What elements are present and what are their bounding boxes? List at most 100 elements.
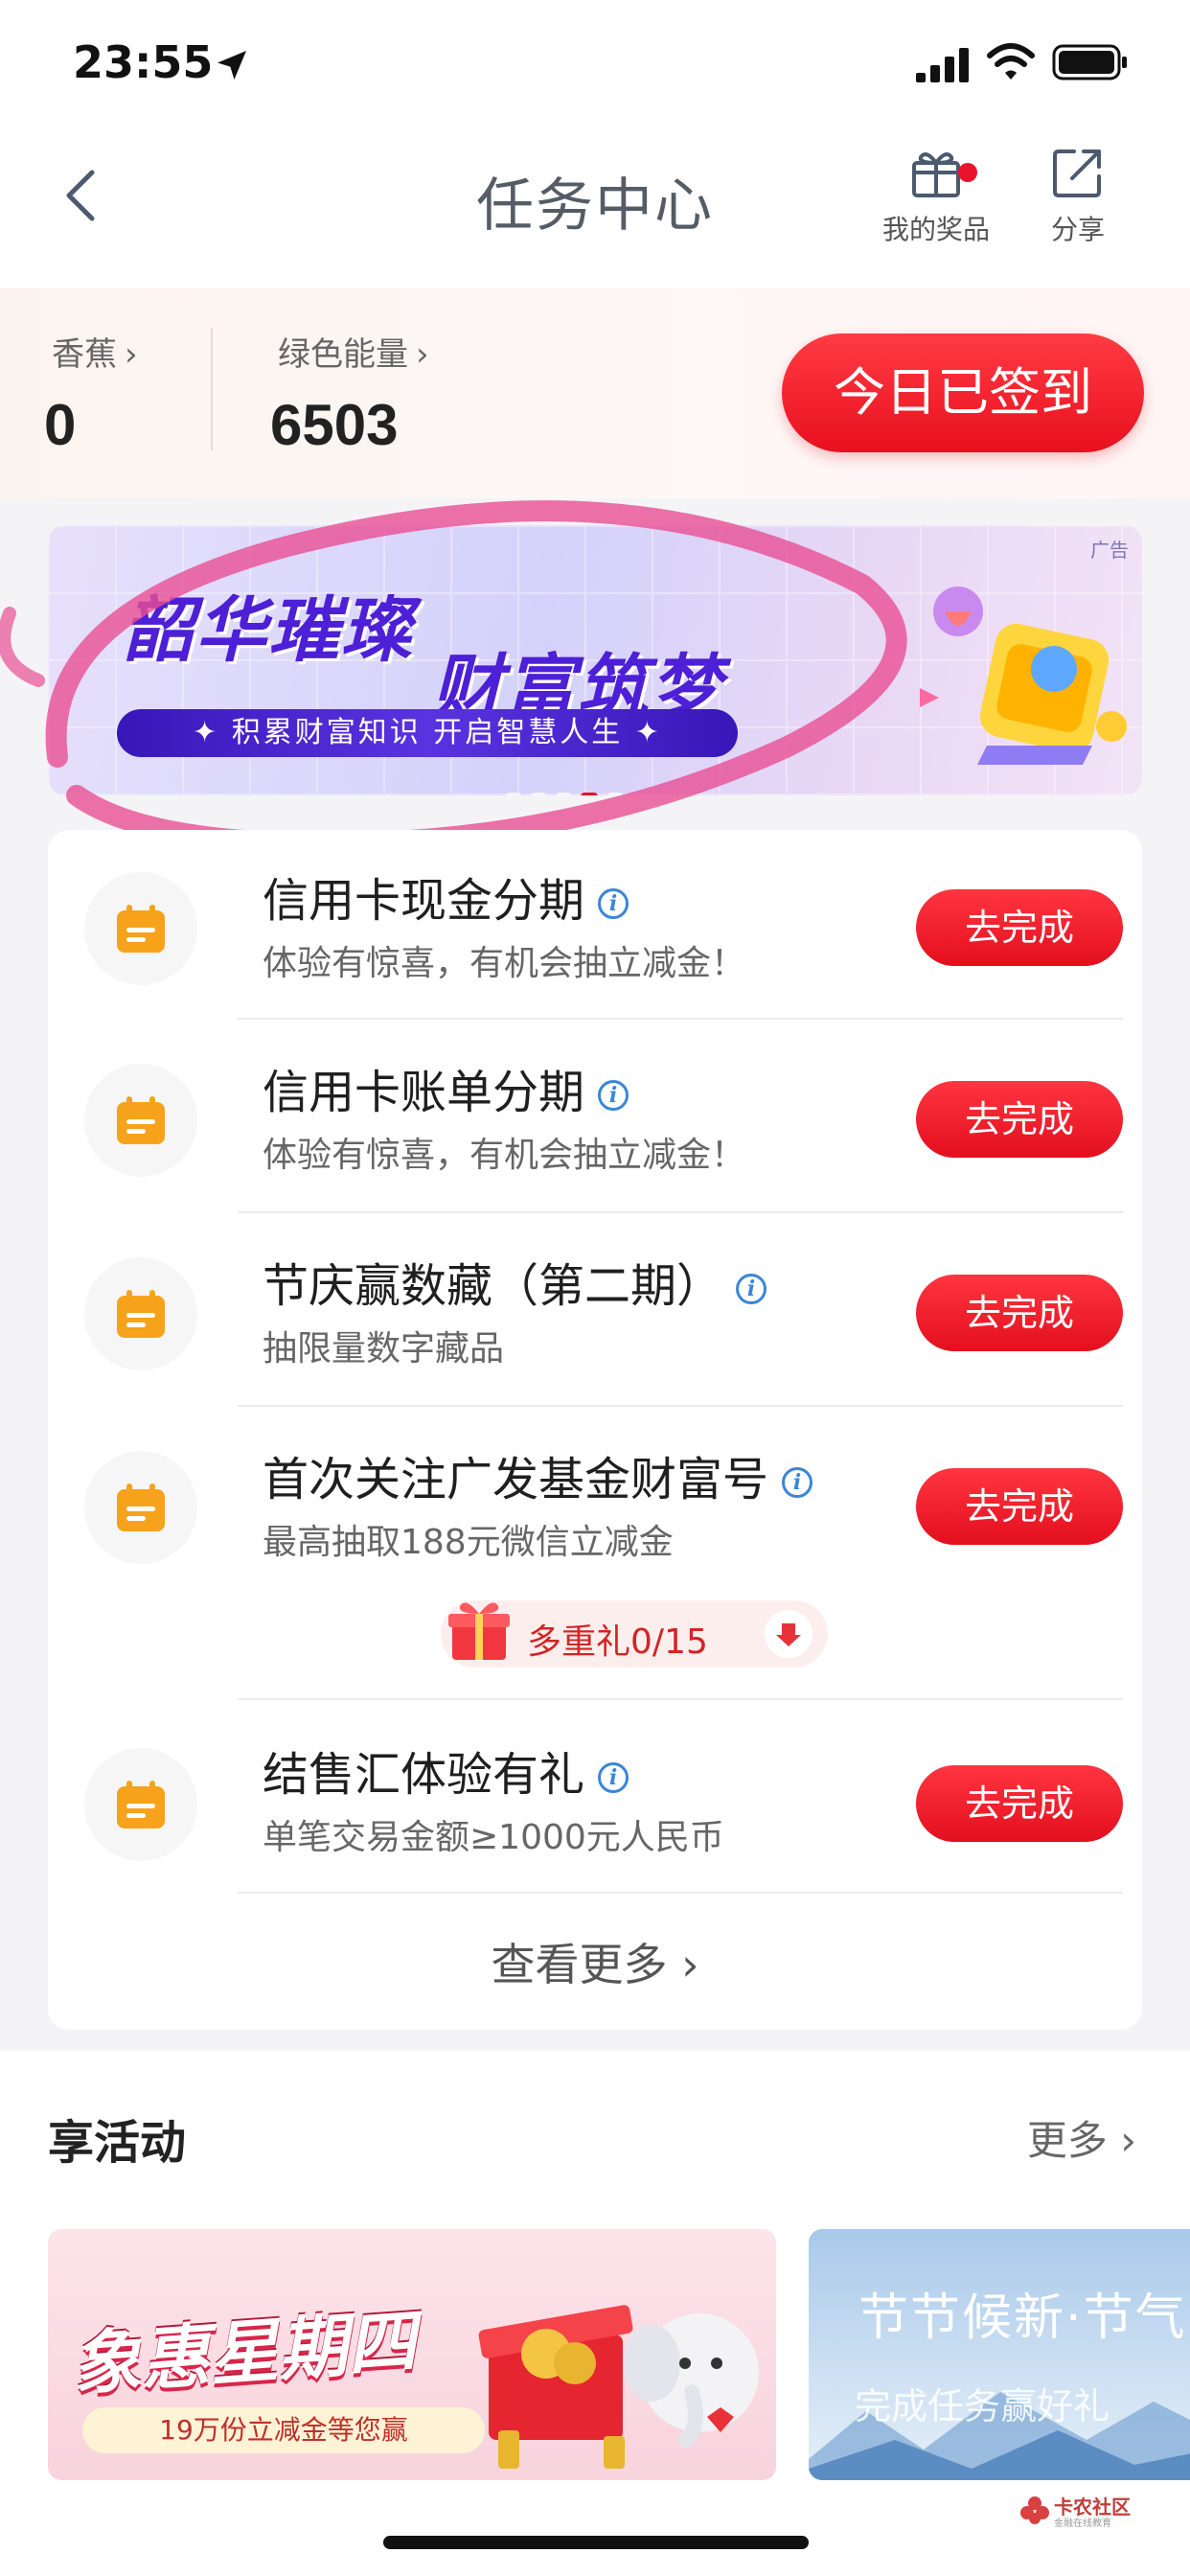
carousel-dot[interactable] — [607, 793, 623, 795]
go-complete-button[interactable]: 去完成 — [916, 1765, 1123, 1842]
task-subtitle: 最高抽取188元微信立减金 — [263, 1523, 674, 1562]
divider — [238, 1211, 1123, 1213]
calendar-icon — [117, 1484, 165, 1531]
carousel-dot-active[interactable] — [581, 793, 598, 795]
home-indicator[interactable] — [383, 2536, 809, 2549]
energy-label: 绿色能量 — [278, 335, 408, 374]
banana-value: 0 — [44, 393, 77, 457]
activity-card[interactable]: 节节候新·节气 完成任务赢好礼 — [809, 2229, 1190, 2480]
task-icon-bg — [84, 872, 197, 985]
activities-carousel: 象惠星期四 19万份立减金等您赢 节节候新·节气 完成任务赢好礼 — [0, 2214, 1190, 2576]
my-prizes-button[interactable]: 我的奖品 — [874, 144, 998, 247]
activity-title: 节节候新·节气 — [858, 2289, 1187, 2347]
calendar-icon — [117, 905, 165, 953]
gift-box-icon — [912, 152, 960, 197]
expand-arrow-button[interactable] — [765, 1610, 812, 1658]
share-icon — [1053, 150, 1101, 197]
divider — [211, 328, 213, 450]
activity-subtitle: 完成任务赢好礼 — [855, 2385, 1110, 2427]
task-title: 结售汇体验有礼 i — [263, 1736, 629, 1804]
go-complete-button[interactable]: 去完成 — [916, 889, 1123, 966]
down-arrow-icon — [776, 1623, 801, 1646]
task-title: 信用卡现金分期 i — [263, 862, 629, 930]
multi-gift-progress[interactable]: 多重礼0/15 — [441, 1600, 828, 1668]
activities-header: 享活动 更多 › — [0, 2051, 1190, 2214]
signed-in-today-button[interactable]: 今日已签到 — [782, 334, 1144, 452]
watermark-sub: 金融在线教育 — [1054, 2518, 1111, 2529]
task-title-text: 节庆赢数藏（第二期） — [263, 1259, 723, 1313]
elephant-gift-illustration-icon — [478, 2305, 759, 2469]
calendar-icon — [117, 1781, 165, 1828]
task-subtitle: 单笔交易金额≥1000元人民币 — [263, 1818, 724, 1857]
carousel-dot[interactable] — [556, 793, 571, 795]
info-icon[interactable]: i — [782, 1467, 813, 1498]
view-more-text: 查看更多 — [491, 1939, 668, 1990]
energy-value: 6503 — [270, 393, 399, 457]
my-prizes-label: 我的奖品 — [881, 214, 990, 245]
status-time: 23:55 — [73, 36, 214, 88]
go-complete-button[interactable]: 去完成 — [916, 1468, 1123, 1545]
wallet-illustration-icon — [920, 586, 1127, 765]
banana-points[interactable]: 香蕉 › 0 — [44, 328, 138, 458]
location-arrow-icon — [217, 51, 246, 80]
more-activities-link[interactable]: 更多 › — [1027, 2108, 1136, 2167]
task-subtitle: 抽限量数字藏品 — [263, 1329, 505, 1368]
section-title: 享活动 — [48, 2116, 187, 2170]
carousel-dot[interactable] — [506, 793, 521, 795]
task-subtitle: 体验有惊喜，有机会抽立减金！ — [263, 944, 746, 983]
divider — [238, 1892, 1123, 1894]
info-icon[interactable]: i — [598, 1080, 629, 1111]
go-complete-button[interactable]: 去完成 — [916, 1081, 1123, 1158]
task-icon-bg — [84, 1257, 197, 1370]
info-icon[interactable]: i — [598, 888, 629, 919]
view-more-link[interactable]: 查看更多 › — [48, 1930, 1142, 1993]
banner-ribbon-text: 积累财富知识 开启智慧人生 — [231, 716, 624, 749]
task-title-text: 结售汇体验有礼 — [263, 1748, 585, 1802]
info-icon[interactable]: i — [736, 1274, 767, 1304]
task-icon-bg — [84, 1451, 197, 1564]
task-icon-bg — [84, 1064, 197, 1177]
go-complete-button[interactable]: 去完成 — [916, 1275, 1123, 1351]
info-icon[interactable]: i — [598, 1762, 629, 1793]
more-text: 更多 — [1026, 2117, 1108, 2164]
share-label: 分享 — [1050, 214, 1105, 245]
share-button[interactable]: 分享 — [1016, 144, 1140, 247]
divider — [238, 1698, 1123, 1700]
watermark-logo: 卡农社区 金融在线教育 — [1019, 2492, 1163, 2540]
carousel-dot[interactable] — [531, 793, 546, 795]
task-title: 节庆赢数藏（第二期） i — [263, 1248, 767, 1315]
notification-dot — [958, 163, 977, 182]
banner-title-line1: 韶华璀璨 — [123, 589, 414, 672]
points-summary: 香蕉 › 0 绿色能量 › 6503 今日已签到 — [0, 288, 1190, 498]
task-title-text: 信用卡账单分期 — [263, 1066, 585, 1119]
wifi-icon — [987, 43, 1035, 80]
ad-banner[interactable]: 广告 韶华璀璨 财富筑梦 ✦ 积累财富知识 开启智慧人生 ✦ — [48, 525, 1142, 795]
status-bar: 23:55 — [0, 0, 1190, 125]
banana-label: 香蕉 — [52, 335, 117, 374]
page-title: 任务中心 — [476, 172, 714, 240]
gift-icon — [448, 1602, 510, 1660]
task-title-text: 首次关注广发基金财富号 — [263, 1453, 769, 1506]
activity-ribbon: 19万份立减金等您赢 — [82, 2407, 485, 2453]
activity-title: 象惠星期四 — [68, 2300, 419, 2405]
chevron-right-icon: › — [416, 335, 429, 374]
task-icon-bg — [84, 1748, 197, 1861]
green-energy-points[interactable]: 绿色能量 › 6503 — [270, 328, 429, 458]
chevron-right-icon: › — [1107, 2117, 1136, 2164]
divider — [238, 1018, 1123, 1020]
task-title: 信用卡账单分期 i — [263, 1054, 629, 1121]
task-title: 首次关注广发基金财富号 i — [263, 1441, 813, 1508]
divider — [238, 1405, 1123, 1407]
battery-icon — [1052, 44, 1127, 80]
task-title-text: 信用卡现金分期 — [263, 874, 585, 928]
task-list-card: 信用卡现金分期 i 体验有惊喜，有机会抽立减金！ 去完成 信用卡账单分期 i 体验有… — [48, 830, 1142, 2030]
cellular-signal-icon — [916, 48, 969, 82]
chevron-right-icon: › — [125, 335, 138, 374]
task-subtitle: 体验有惊喜，有机会抽立减金！ — [263, 1136, 746, 1175]
activity-card[interactable]: 象惠星期四 19万份立减金等您赢 — [48, 2229, 776, 2480]
gift-progress-text: 多重礼0/15 — [527, 1622, 708, 1662]
nav-bar: 任务中心 我的奖品 分享 — [0, 125, 1190, 288]
carousel-indicator — [506, 786, 632, 795]
calendar-icon — [117, 1290, 165, 1338]
banner-ribbon: ✦ 积累财富知识 开启智慧人生 ✦ — [117, 709, 738, 757]
